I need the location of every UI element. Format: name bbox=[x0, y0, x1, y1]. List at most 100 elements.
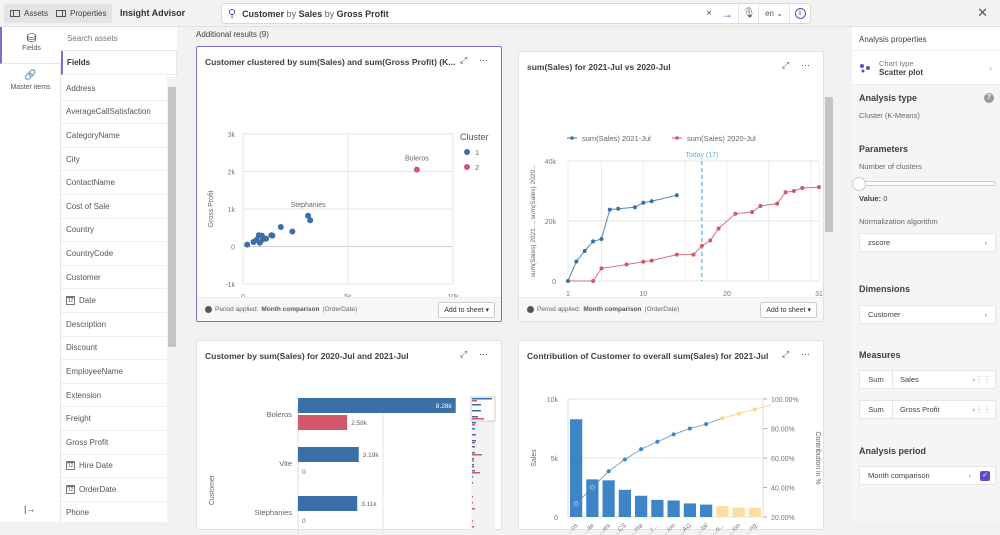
search-input[interactable]: Customer by Sales by Gross Profit bbox=[242, 9, 389, 19]
bar bbox=[635, 495, 648, 517]
bar bbox=[570, 419, 583, 517]
field-item[interactable]: 12 Date bbox=[61, 289, 167, 313]
data-point bbox=[277, 224, 284, 230]
field-label: Phone bbox=[66, 508, 90, 518]
field-item[interactable]: CategoryName bbox=[61, 124, 167, 148]
mini-bar bbox=[472, 404, 481, 406]
search-bar[interactable]: ⚲ Customer by Sales by Gross Profit × → … bbox=[221, 3, 811, 24]
pareto-chart-card[interactable]: Contribution of Customer to overall sum(… bbox=[518, 340, 824, 535]
field-item[interactable]: Freight bbox=[61, 407, 167, 431]
y2-axis-title: Contribution in % bbox=[814, 431, 821, 484]
add-to-sheet-button[interactable]: Add to sheet ▾ bbox=[760, 302, 817, 318]
mini-bar bbox=[472, 418, 484, 420]
help-icon[interactable]: ? bbox=[984, 93, 994, 103]
cumulative-point bbox=[606, 469, 611, 474]
drag-handle-icon[interactable]: ⋮⋮ bbox=[975, 375, 991, 384]
x-tick-label: ...ma bbox=[629, 522, 645, 535]
field-item[interactable]: City bbox=[61, 148, 167, 172]
properties-toggle-button[interactable]: Properties bbox=[50, 4, 113, 23]
language-select[interactable]: en ⌄ bbox=[759, 4, 789, 23]
assets-toggle-button[interactable]: Assets bbox=[4, 4, 55, 23]
collapse-panel-icon[interactable]: |→ bbox=[24, 504, 35, 514]
calendar-icon: 12 bbox=[66, 484, 75, 494]
bar bbox=[298, 496, 358, 511]
y-axis-title: Gross Profit bbox=[208, 190, 215, 227]
card-footer: Period applied: Month comparison (OrderDat… bbox=[197, 297, 501, 321]
bar bbox=[667, 500, 680, 517]
top-bar: Assets Properties Insight Advisor ⚲ Cust… bbox=[0, 0, 1000, 27]
nav-master-items[interactable]: 🔗 Master items bbox=[0, 64, 61, 91]
more-options-icon[interactable]: ⋯ bbox=[479, 55, 488, 66]
field-item[interactable]: CountryCode bbox=[61, 242, 167, 266]
field-item[interactable]: 12 Hire Date bbox=[61, 455, 167, 479]
measure-item[interactable]: Sum Sales › ⋮⋮ bbox=[859, 370, 996, 389]
analysis-period-checkbox[interactable]: ✓ bbox=[980, 470, 990, 481]
field-item[interactable]: Description bbox=[61, 313, 167, 337]
expand-icon[interactable]: ⤢ bbox=[782, 349, 789, 360]
card-footer: Period applied: Month comparison (OrderDat… bbox=[519, 297, 823, 321]
data-point bbox=[599, 266, 604, 271]
expand-icon[interactable]: ⤢ bbox=[460, 349, 467, 360]
line-chart-card[interactable]: sum(Sales) for 2021-Jul vs 2020-Jul ⤢ ⋯ … bbox=[518, 51, 824, 322]
measure-item[interactable]: Sum Gross Profit › ⋮⋮ bbox=[859, 400, 996, 419]
data-point bbox=[817, 185, 821, 190]
info-button[interactable]: i bbox=[792, 4, 808, 23]
legend-title: Cluster bbox=[460, 132, 489, 142]
analysis-period-item[interactable]: Month comparison › ✓ bbox=[859, 466, 996, 485]
number-of-clusters-slider[interactable] bbox=[859, 181, 996, 186]
field-item[interactable]: EmployeeName bbox=[61, 360, 167, 384]
microphone-icon[interactable]: 🎙 bbox=[739, 4, 759, 23]
fields-panel: Fields Address AverageCallSatisfaction Cat… bbox=[61, 27, 177, 526]
data-point bbox=[775, 201, 780, 206]
expand-icon[interactable]: ⤢ bbox=[460, 55, 467, 66]
slider-handle[interactable] bbox=[852, 177, 866, 191]
field-item[interactable]: Discount bbox=[61, 337, 167, 361]
more-options-icon[interactable]: ⋯ bbox=[801, 60, 810, 71]
bar-chart-card[interactable]: Customer by sum(Sales) for 2020-Jul and … bbox=[196, 340, 502, 535]
dimension-item[interactable]: Customer › bbox=[859, 305, 996, 324]
field-item[interactable]: Country bbox=[61, 219, 167, 243]
chevron-right-icon: › bbox=[984, 238, 988, 247]
field-label: CategoryName bbox=[66, 130, 120, 140]
clock-icon bbox=[527, 306, 534, 313]
field-item[interactable]: AverageCallSatisfaction bbox=[61, 101, 167, 125]
data-point bbox=[691, 252, 696, 257]
results-scrollbar[interactable] bbox=[824, 27, 834, 522]
submit-arrow-icon[interactable]: → bbox=[719, 4, 735, 23]
more-options-icon[interactable]: ⋯ bbox=[479, 349, 488, 360]
add-to-sheet-button[interactable]: Add to sheet ▾ bbox=[438, 302, 495, 318]
mini-bar bbox=[472, 446, 475, 448]
field-label: Country bbox=[66, 225, 95, 235]
chart-type-selector[interactable]: Chart type Scatter plot › bbox=[852, 51, 1000, 85]
search-assets-input[interactable] bbox=[61, 27, 177, 51]
field-item[interactable]: Extension bbox=[61, 384, 167, 408]
cumulative-point bbox=[704, 422, 709, 427]
field-label: Gross Profit bbox=[66, 437, 109, 447]
clear-icon[interactable]: × bbox=[702, 4, 716, 23]
mini-bar bbox=[472, 460, 474, 462]
scrollbar-thumb[interactable] bbox=[825, 97, 833, 232]
fields-scrollbar[interactable] bbox=[167, 77, 177, 522]
calendar-icon: 12 bbox=[66, 296, 75, 306]
more-options-icon[interactable]: ⋯ bbox=[801, 349, 810, 360]
field-item[interactable]: 12 OrderDate bbox=[61, 478, 167, 502]
field-item[interactable]: ContactName bbox=[61, 171, 167, 195]
nav-fields[interactable]: ⛁ Fields bbox=[0, 27, 61, 64]
field-item[interactable]: Customer bbox=[61, 266, 167, 290]
mini-bar bbox=[472, 502, 473, 504]
scrollbar-thumb[interactable] bbox=[168, 87, 176, 347]
data-point bbox=[800, 186, 805, 190]
today-label: Today (17) bbox=[685, 152, 718, 159]
data-point bbox=[674, 252, 679, 257]
field-item[interactable]: Cost of Sale bbox=[61, 195, 167, 219]
field-item[interactable]: Gross Profit bbox=[61, 431, 167, 455]
mini-bar bbox=[472, 464, 474, 466]
mini-bar bbox=[472, 458, 474, 460]
y-tick-label: 40k bbox=[545, 159, 557, 166]
field-item[interactable]: Address bbox=[61, 77, 167, 101]
close-icon[interactable]: ✕ bbox=[977, 5, 988, 21]
drag-handle-icon[interactable]: ⋮⋮ bbox=[975, 405, 991, 414]
expand-icon[interactable]: ⤢ bbox=[782, 60, 789, 71]
scatter-chart-card[interactable]: Customer clustered by sum(Sales) and sum… bbox=[196, 46, 502, 322]
normalization-select[interactable]: zscore › bbox=[859, 233, 996, 252]
